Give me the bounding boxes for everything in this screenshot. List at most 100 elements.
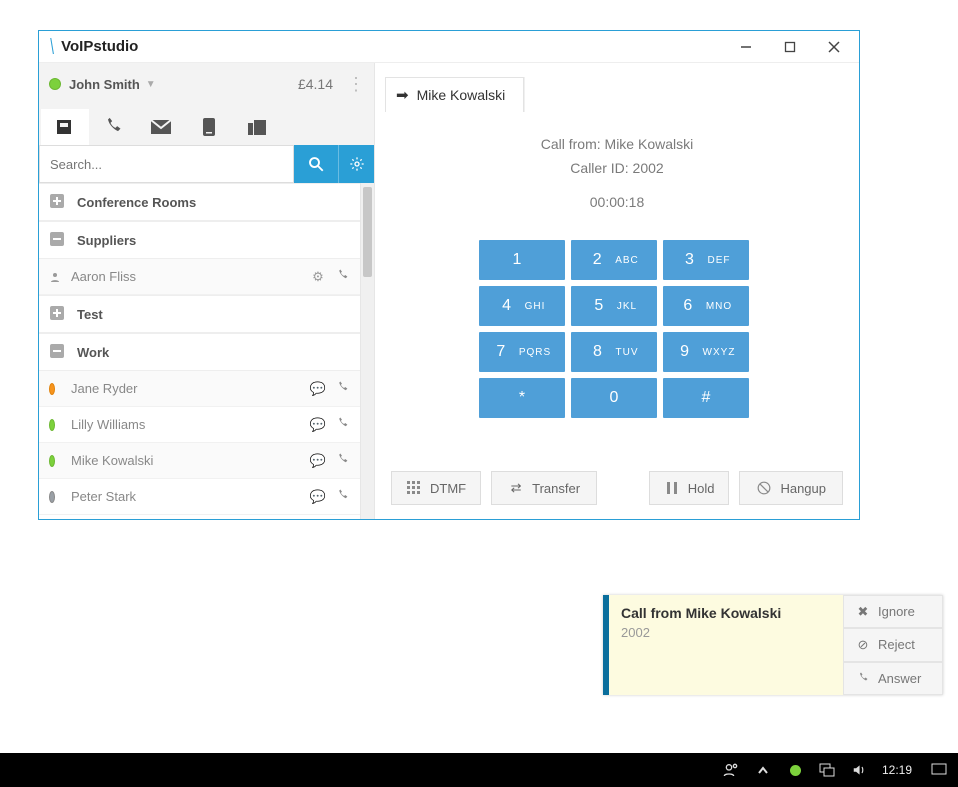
- close-button[interactable]: [817, 34, 851, 60]
- transfer-button[interactable]: ⇄ Transfer: [491, 471, 597, 505]
- contact-jane[interactable]: Jane Ryder 💬: [39, 371, 360, 407]
- caller-id-label: Caller ID: 2002: [391, 157, 843, 181]
- ignore-label: Ignore: [878, 604, 915, 619]
- plus-square-icon: [49, 305, 67, 323]
- tab-messages[interactable]: [137, 109, 185, 145]
- tray-chevron-icon[interactable]: [754, 761, 772, 779]
- key-7[interactable]: 7PQRS: [479, 332, 565, 372]
- person-icon: [49, 271, 63, 283]
- group-conference-rooms[interactable]: Conference Rooms: [39, 183, 360, 221]
- presence-dot-icon: [49, 78, 61, 90]
- keypad: 1 2ABC 3DEF 4GHI 5JKL 6MNO 7PQRS 8TUV 9W…: [479, 240, 755, 418]
- current-user-name: John Smith: [69, 77, 140, 92]
- contact-name: Aaron Fliss: [71, 269, 310, 284]
- chevron-down-icon[interactable]: ▼: [146, 79, 156, 90]
- group-suppliers[interactable]: Suppliers: [39, 221, 360, 259]
- phone-icon[interactable]: [334, 269, 350, 285]
- close-icon: ✖: [856, 604, 870, 620]
- key-9[interactable]: 9WXYZ: [663, 332, 749, 372]
- balance-value: £4.14: [298, 76, 333, 92]
- group-label: Conference Rooms: [77, 195, 196, 210]
- toast-body: Call from Mike Kowalski 2002: [609, 595, 843, 695]
- tray-voip-icon[interactable]: [786, 761, 804, 779]
- presence-offline-icon: [49, 491, 63, 503]
- phone-icon[interactable]: [334, 381, 350, 397]
- search-icon: [307, 155, 325, 173]
- call-timer: 00:00:18: [391, 191, 843, 215]
- ignore-button[interactable]: ✖ Ignore: [843, 595, 943, 628]
- taskbar-clock[interactable]: 12:19: [882, 763, 916, 777]
- scrollbar-thumb[interactable]: [363, 187, 372, 277]
- maximize-button[interactable]: [773, 34, 807, 60]
- minus-square-icon: [49, 231, 67, 249]
- hold-button[interactable]: Hold: [649, 471, 730, 505]
- taskbar: 12:19: [0, 753, 958, 787]
- contact-aaron[interactable]: Aaron Fliss ⚙: [39, 259, 360, 295]
- dtmf-button[interactable]: DTMF: [391, 471, 481, 505]
- phone-icon[interactable]: [334, 417, 350, 433]
- window-controls: [729, 34, 851, 60]
- minimize-button[interactable]: [729, 34, 763, 60]
- tray-network-icon[interactable]: [818, 761, 836, 779]
- key-hash[interactable]: #: [663, 378, 749, 418]
- call-from-label: Call from: Mike Kowalski: [391, 133, 843, 157]
- contact-peter[interactable]: Peter Stark 💬: [39, 479, 360, 515]
- group-test[interactable]: Test: [39, 295, 360, 333]
- gear-icon[interactable]: ⚙: [310, 269, 326, 285]
- call-info: Call from: Mike Kowalski Caller ID: 2002…: [391, 133, 843, 214]
- tab-fax[interactable]: [233, 109, 281, 145]
- tab-calls[interactable]: [89, 109, 137, 145]
- current-user-row[interactable]: John Smith ▼ £4.14 ⋮: [39, 63, 374, 105]
- phone-icon[interactable]: [334, 489, 350, 505]
- keypad-icon: [406, 481, 422, 495]
- key-4[interactable]: 4GHI: [479, 286, 565, 326]
- chat-icon[interactable]: 💬: [310, 417, 326, 433]
- chat-icon[interactable]: 💬: [310, 453, 326, 469]
- kebab-menu-icon[interactable]: ⋮: [347, 74, 364, 95]
- contact-mike[interactable]: Mike Kowalski 💬: [39, 443, 360, 479]
- key-8[interactable]: 8TUV: [571, 332, 657, 372]
- key-3[interactable]: 3DEF: [663, 240, 749, 280]
- phone-icon: [856, 672, 870, 684]
- toast-title: Call from Mike Kowalski: [621, 605, 831, 621]
- search-input[interactable]: [39, 145, 294, 183]
- hangup-button[interactable]: Hangup: [739, 471, 843, 505]
- hangup-label: Hangup: [780, 481, 826, 496]
- key-2[interactable]: 2ABC: [571, 240, 657, 280]
- tab-contacts[interactable]: [41, 109, 89, 145]
- key-6[interactable]: 6MNO: [663, 286, 749, 326]
- toast-buttons: ✖ Ignore ⊘ Reject Answer: [843, 595, 943, 695]
- hold-label: Hold: [688, 481, 715, 496]
- people-tray-icon[interactable]: [722, 761, 740, 779]
- key-0[interactable]: 0: [571, 378, 657, 418]
- chat-icon[interactable]: 💬: [310, 489, 326, 505]
- tray-volume-icon[interactable]: [850, 761, 868, 779]
- settings-button[interactable]: [338, 145, 374, 183]
- group-label: Work: [77, 345, 109, 360]
- minus-square-icon: [49, 343, 67, 361]
- reject-button[interactable]: ⊘ Reject: [843, 628, 943, 661]
- mail-icon: [150, 119, 172, 135]
- group-work[interactable]: Work: [39, 333, 360, 371]
- contact-lilly[interactable]: Lilly Williams 💬: [39, 407, 360, 443]
- call-tab[interactable]: ➡ Mike Kowalski: [385, 77, 524, 112]
- presence-online-icon: [49, 419, 63, 431]
- key-star[interactable]: *: [479, 378, 565, 418]
- tray-notifications-icon[interactable]: [930, 761, 948, 779]
- phone-icon[interactable]: [334, 453, 350, 469]
- group-label: Test: [77, 307, 103, 322]
- presence-busy-icon: [49, 383, 63, 395]
- outgoing-arrow-icon: ➡: [396, 86, 409, 104]
- key-5[interactable]: 5JKL: [571, 286, 657, 326]
- tab-mobile[interactable]: [185, 109, 233, 145]
- scrollbar[interactable]: [360, 183, 374, 519]
- contacts-icon: [55, 118, 75, 136]
- key-1[interactable]: 1: [479, 240, 565, 280]
- chat-icon[interactable]: 💬: [310, 381, 326, 397]
- fax-icon: [247, 118, 267, 136]
- answer-button[interactable]: Answer: [843, 662, 943, 695]
- phone-icon: [103, 117, 123, 137]
- titlebar: \ VoIPstudio: [39, 31, 859, 63]
- search-button[interactable]: [294, 145, 338, 183]
- mobile-icon: [202, 117, 216, 137]
